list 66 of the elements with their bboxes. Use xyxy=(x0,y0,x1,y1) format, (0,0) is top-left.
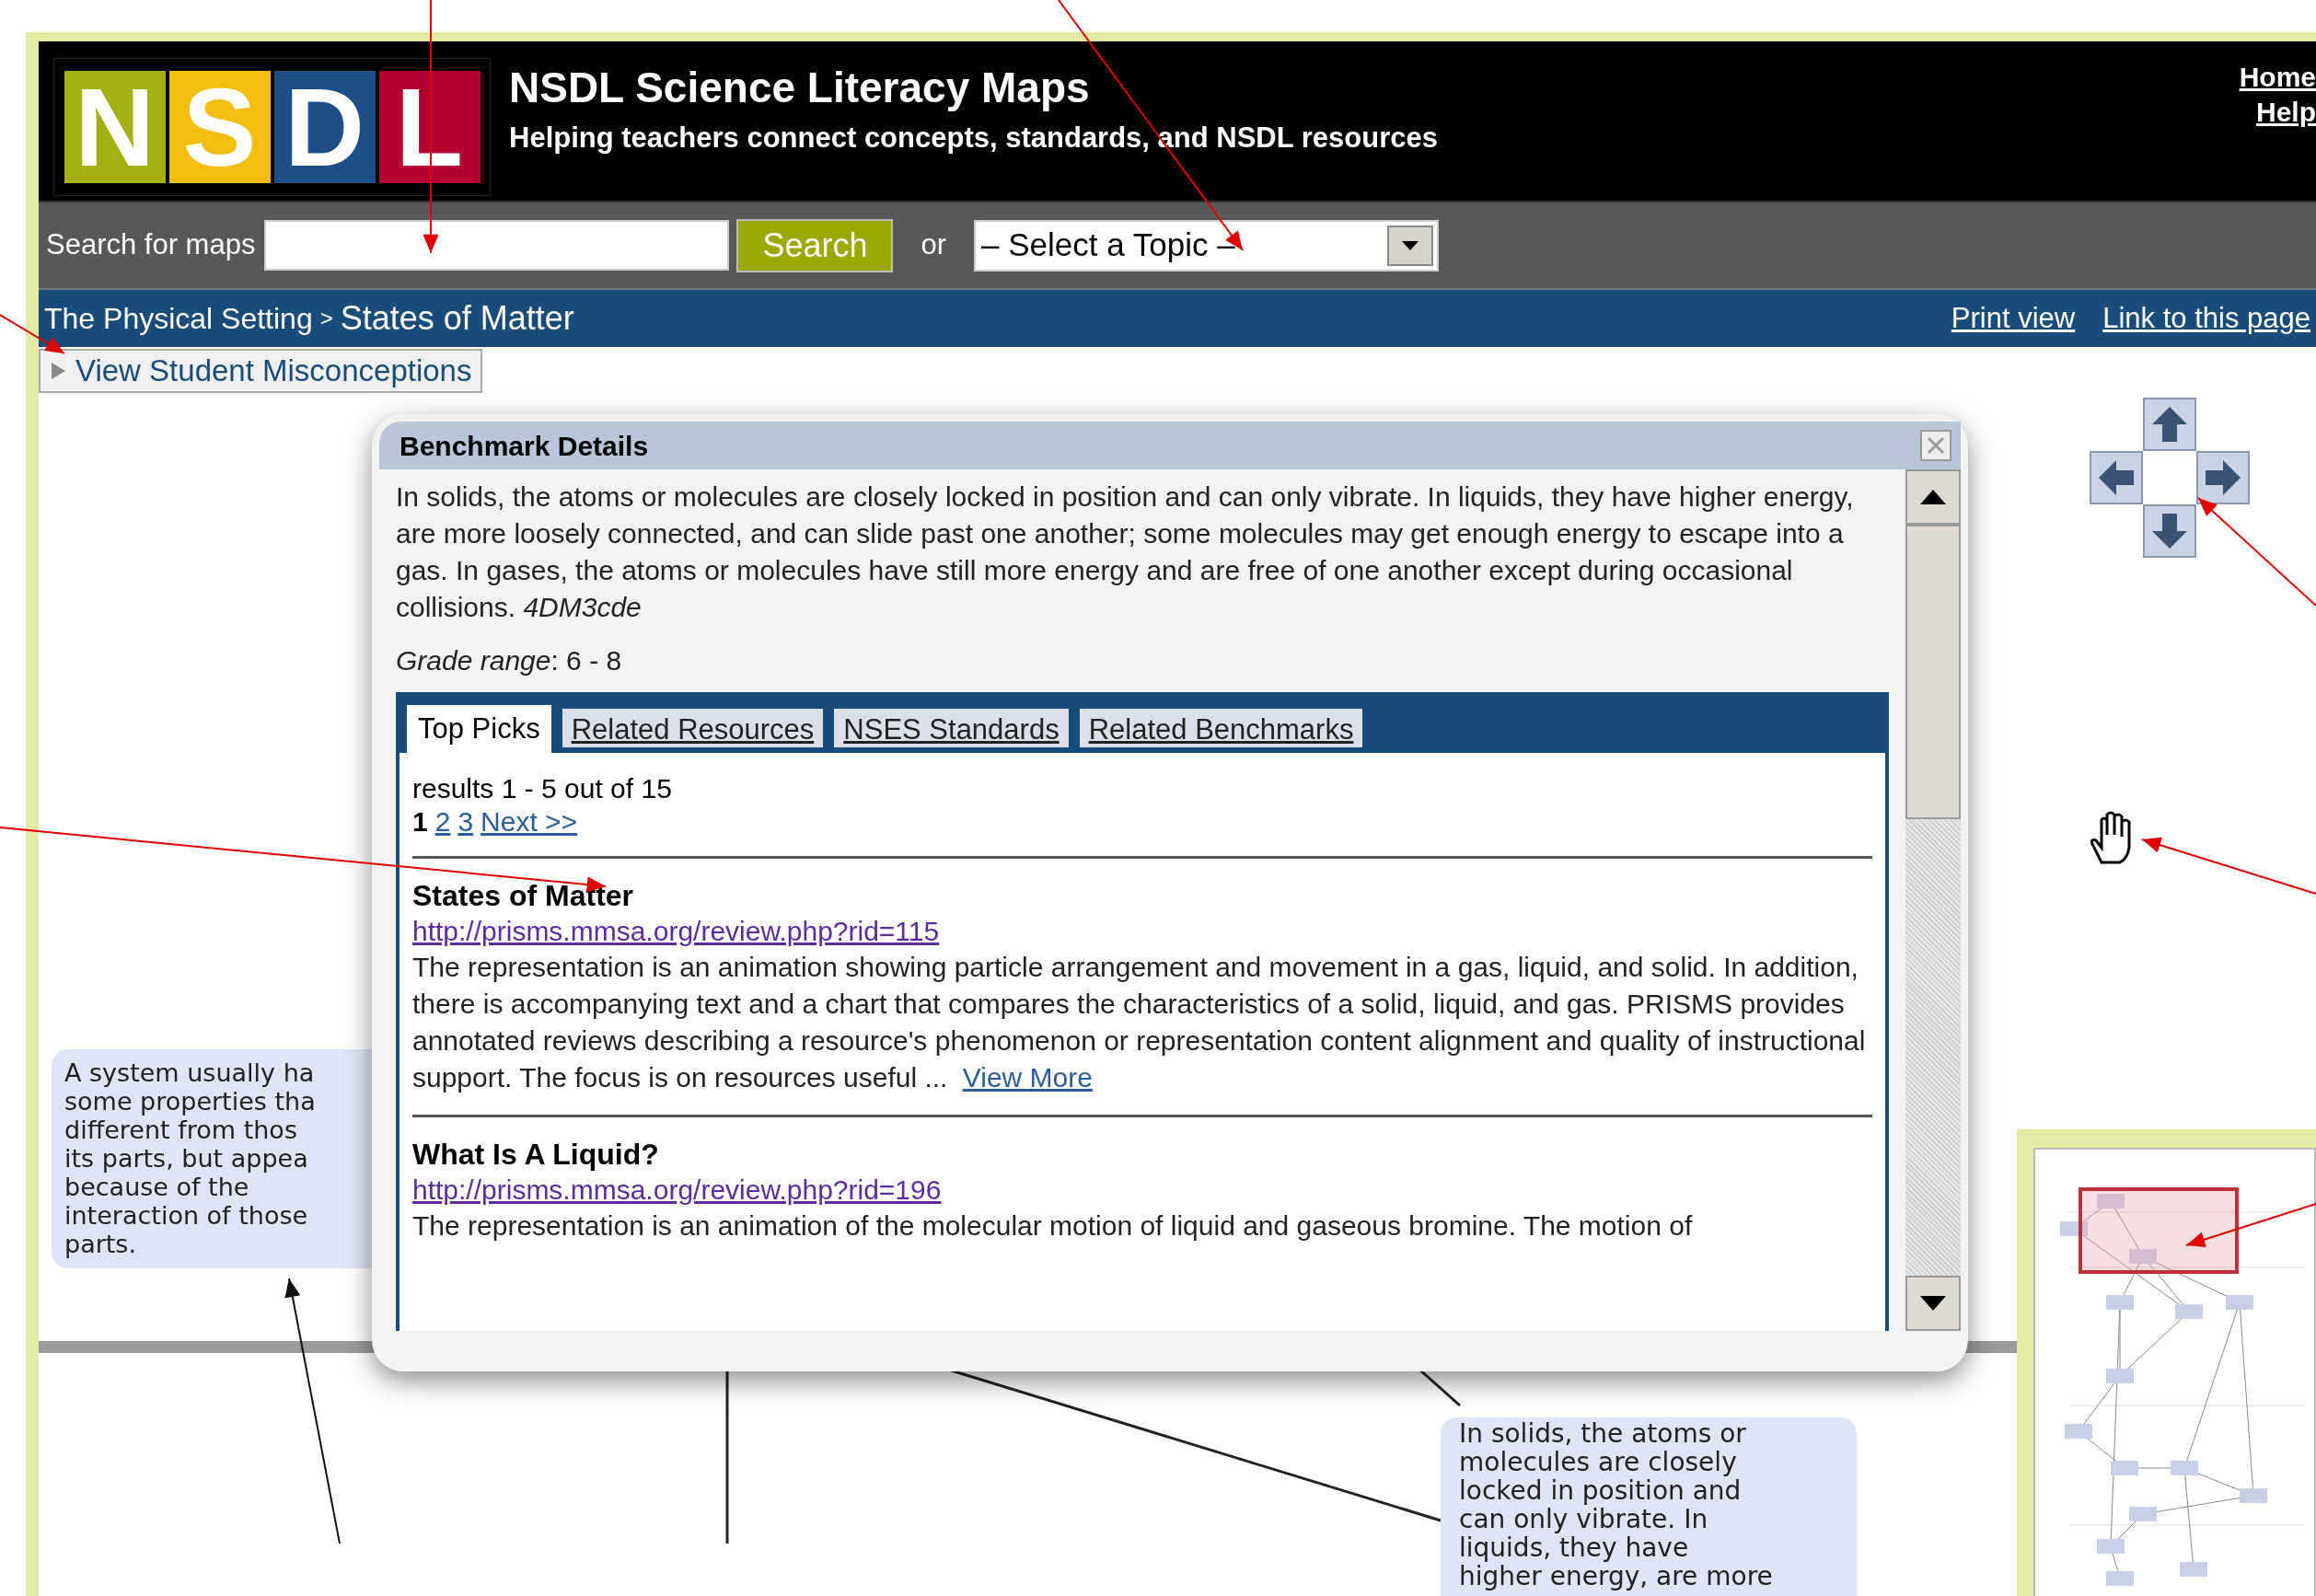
benchmark-description: In solids, the atoms or molecules are closely locked in position and can only vibrate. In liquids, they have higher energy, are more loosely connected, and can slide past one another; some molecules may get enough energy to escape into a gas. In gases, the atoms or molecules have still more energy and are free of one another except during occasional collisions. 4DM3cde xyxy=(396,480,1855,624)
concept-text: interaction of those xyxy=(64,1201,309,1230)
concept-text: A system usually ha xyxy=(64,1058,316,1087)
search-label: Search for maps xyxy=(46,227,256,263)
logo-letter: S xyxy=(168,71,271,183)
breadcrumb-link[interactable]: The Physical Setting xyxy=(44,296,313,341)
close-icon xyxy=(1927,436,1945,455)
logo-letter: D xyxy=(273,71,376,183)
pan-down-button[interactable] xyxy=(2143,504,2196,558)
tab[interactable]: Top Picks xyxy=(407,705,551,753)
page-link[interactable]: Link to this page xyxy=(2102,296,2310,341)
tab[interactable]: NSES Standards xyxy=(834,709,1069,747)
concept-text: can only vibrate. In xyxy=(1459,1505,1709,1533)
dropdown-icon xyxy=(1387,225,1433,266)
tab[interactable]: Related Resources xyxy=(562,709,824,747)
pan-up-button[interactable] xyxy=(2143,398,2196,451)
concept-text: higher energy, are more xyxy=(1459,1562,1774,1590)
tab[interactable]: Related Benchmarks xyxy=(1079,709,1363,747)
site-title: NSDL Science Literacy Maps xyxy=(509,63,1091,113)
site-subtitle: Helping teachers connect concepts, standards, and NSDL resources xyxy=(509,121,1438,156)
next-link[interactable]: Next >> xyxy=(481,806,578,838)
down-triangle-icon xyxy=(1920,1296,1946,1311)
view-more-link[interactable]: View More xyxy=(962,1062,1093,1093)
scroll-up-button[interactable] xyxy=(1905,469,1961,525)
logo-letter: N xyxy=(64,71,166,183)
scrollbar-thumb[interactable] xyxy=(1905,525,1961,819)
dialog-title: Benchmark Details xyxy=(400,429,649,463)
scrollbar[interactable] xyxy=(1905,469,1961,1331)
header-link[interactable]: Help xyxy=(2256,95,2316,130)
pan-right-button[interactable] xyxy=(2196,451,2250,504)
concept-bubble[interactable]: A system usually ha some properties tha different from thos its parts, but appea because of the interaction of those parts. xyxy=(52,1049,372,1268)
concept-bubble[interactable]: In solids, the atoms or molecules are closely locked in position and can only vibrate. In liquids, they have higher energy, are more xyxy=(1441,1417,1857,1596)
pan-left-button[interactable] xyxy=(2090,451,2143,504)
concept-text: molecules are closely xyxy=(1459,1448,1738,1476)
breadcrumb-current: States of Matter xyxy=(340,298,574,339)
up-triangle-icon xyxy=(1920,490,1946,504)
nsdl-logo[interactable]: N S D L xyxy=(53,58,491,196)
logo-letter: L xyxy=(378,71,481,183)
or-label: or xyxy=(921,227,946,263)
scroll-down-button[interactable] xyxy=(1905,1276,1961,1331)
concept-text: liquids, they have xyxy=(1459,1533,1690,1562)
concept-text: some properties tha xyxy=(64,1087,317,1116)
results-summary: results 1 - 5 out of 15 xyxy=(412,772,673,805)
breadcrumb-separator: > xyxy=(319,305,333,332)
page-number[interactable]: 1 xyxy=(412,806,428,838)
concept-text: locked in position and xyxy=(1459,1476,1743,1505)
resource-title: States of Matter xyxy=(412,878,635,914)
concept-text: In solids, the atoms or xyxy=(1459,1419,1747,1448)
resource-title: What Is A Liquid? xyxy=(412,1137,660,1173)
page-number[interactable]: 3 xyxy=(457,806,474,838)
concept-text: its parts, but appea xyxy=(64,1144,309,1173)
expand-icon xyxy=(50,363,66,379)
page-number[interactable]: 2 xyxy=(434,806,451,838)
misconceptions-toggle[interactable]: View Student Misconceptions xyxy=(39,349,483,393)
concept-text: different from thos xyxy=(64,1116,298,1144)
grade-range: Grade range: 6 - 8 xyxy=(396,644,623,677)
resource-url[interactable]: http://prisms.mmsa.org/review.php?rid=196 xyxy=(412,1174,942,1205)
resource-description: The representation is an animation showing particle arrangement and movement in a gas, liquid, and solid. In addition, there is accompanying text and a chart that compares the characteristics of a solid, liquid, and gas. PRISMS provides annotated reviews describing a resource's phenomenon or representation content alignment and quality of instructional support. The focus is on resources useful ... View More xyxy=(412,951,1867,1094)
concept-text: parts. xyxy=(64,1230,138,1258)
topic-select[interactable]: – Select a Topic – xyxy=(974,219,1439,272)
header-link[interactable]: Home xyxy=(2239,60,2316,95)
resource-url[interactable]: http://prisms.mmsa.org/review.php?rid=115 xyxy=(412,916,940,946)
page-link[interactable]: Print view xyxy=(1951,296,2076,341)
search-field[interactable] xyxy=(264,220,730,271)
concept-text: because of the xyxy=(64,1173,250,1201)
resource-description: The representation is an animation of the molecular motion of liquid and gaseous bromine. The motion of xyxy=(412,1209,1694,1243)
